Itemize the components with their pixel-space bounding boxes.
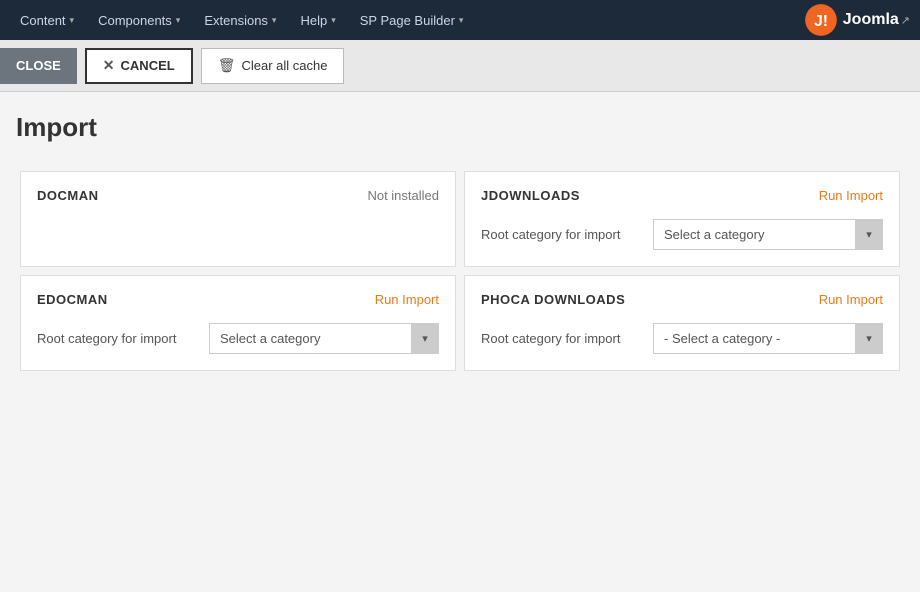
nav-components[interactable]: Components ▾	[88, 0, 190, 40]
jdownloads-category-select[interactable]: Select a category	[653, 219, 883, 250]
nav-sp-arrow: ▾	[459, 15, 464, 26]
phoca-field-label: Root category for import	[481, 331, 641, 346]
phoca-title: PHOCA DOWNLOADS	[481, 292, 625, 307]
nav-help-arrow: ▾	[331, 15, 336, 26]
phoca-select-wrapper: - Select a category - ▾	[653, 323, 883, 354]
joomla-logo-icon: J!	[803, 2, 839, 38]
close-button[interactable]: CLOSE	[0, 48, 77, 84]
main-content: Import Docman Not installed JDOWNLOADS R…	[0, 92, 920, 395]
edocman-title: EDOCMAN	[37, 292, 108, 307]
nav-help[interactable]: Help ▾	[290, 0, 345, 40]
jdownloads-title: JDOWNLOADS	[481, 188, 580, 203]
phoca-category-select[interactable]: - Select a category -	[653, 323, 883, 354]
sections-grid: Docman Not installed JDOWNLOADS Run Impo…	[16, 167, 904, 375]
cancel-button[interactable]: ✕ CANCEL	[85, 48, 193, 84]
phoca-run-import[interactable]: Run Import	[819, 292, 883, 307]
edocman-run-import[interactable]: Run Import	[375, 292, 439, 307]
jdownloads-header: JDOWNLOADS Run Import	[481, 188, 883, 203]
trash-icon: 🗑	[218, 57, 236, 74]
nav-components-arrow: ▾	[176, 15, 181, 26]
nav-extensions[interactable]: Extensions ▾	[194, 0, 286, 40]
toolbar: CLOSE ✕ CANCEL 🗑 Clear all cache	[0, 40, 920, 92]
nav-components-label: Components	[98, 13, 172, 28]
docman-status: Not installed	[367, 188, 439, 203]
edocman-category-select[interactable]: Select a category	[209, 323, 439, 354]
navbar-right: J! Joomla ↗	[803, 2, 910, 38]
section-phoca-downloads: PHOCA DOWNLOADS Run Import Root category…	[464, 275, 900, 371]
clear-cache-button[interactable]: 🗑 Clear all cache	[201, 48, 345, 84]
jdownloads-select-wrapper: Select a category ▾	[653, 219, 883, 250]
nav-sp-page-builder[interactable]: SP Page Builder ▾	[350, 0, 474, 40]
cancel-x-icon: ✕	[103, 57, 115, 74]
edocman-select-wrapper: Select a category ▾	[209, 323, 439, 354]
joomla-text: Joomla	[843, 11, 899, 29]
section-edocman: EDOCMAN Run Import Root category for imp…	[20, 275, 456, 371]
phoca-header: PHOCA DOWNLOADS Run Import	[481, 292, 883, 307]
docman-title: Docman	[37, 188, 99, 203]
jdownloads-run-import[interactable]: Run Import	[819, 188, 883, 203]
jdownloads-field-label: Root category for import	[481, 227, 641, 242]
section-jdownloads: JDOWNLOADS Run Import Root category for …	[464, 171, 900, 267]
navbar-left: Content ▾ Components ▾ Extensions ▾ Help…	[10, 0, 473, 40]
jdownloads-field-row: Root category for import Select a catego…	[481, 219, 883, 250]
clear-cache-label: Clear all cache	[241, 58, 327, 73]
edocman-field-label: Root category for import	[37, 331, 197, 346]
nav-content[interactable]: Content ▾	[10, 0, 84, 40]
nav-extensions-label: Extensions	[204, 13, 268, 28]
edocman-field-row: Root category for import Select a catego…	[37, 323, 439, 354]
section-docman: Docman Not installed	[20, 171, 456, 267]
phoca-field-row: Root category for import - Select a cate…	[481, 323, 883, 354]
nav-help-label: Help	[300, 13, 327, 28]
page-title: Import	[16, 112, 904, 143]
nav-content-arrow: ▾	[70, 15, 75, 26]
nav-sp-label: SP Page Builder	[360, 13, 455, 28]
edocman-header: EDOCMAN Run Import	[37, 292, 439, 307]
nav-extensions-arrow: ▾	[272, 15, 277, 26]
external-link-icon: ↗	[901, 14, 910, 27]
navbar: Content ▾ Components ▾ Extensions ▾ Help…	[0, 0, 920, 40]
joomla-logo: J! Joomla ↗	[803, 2, 910, 38]
cancel-label: CANCEL	[121, 58, 175, 73]
nav-content-label: Content	[20, 13, 66, 28]
docman-header: Docman Not installed	[37, 188, 439, 203]
svg-text:J!: J!	[814, 13, 828, 30]
